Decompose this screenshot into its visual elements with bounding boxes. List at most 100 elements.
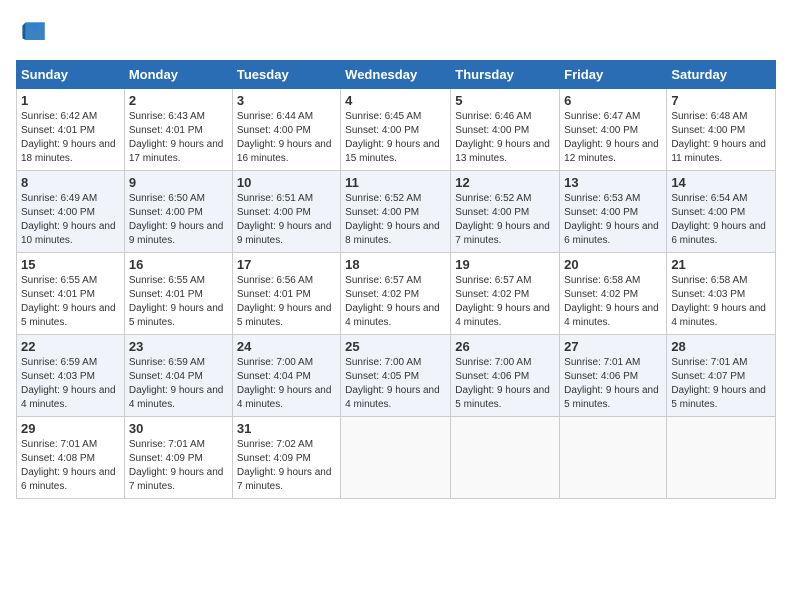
calendar-cell	[451, 417, 560, 499]
day-number: 1	[21, 93, 120, 108]
day-info: Sunrise: 7:00 AM Sunset: 4:06 PM Dayligh…	[455, 356, 555, 412]
day-info: Sunrise: 6:55 AM Sunset: 4:01 PM Dayligh…	[21, 274, 120, 330]
day-number: 19	[455, 257, 555, 272]
calendar-cell: 20 Sunrise: 6:58 AM Sunset: 4:02 PM Dayl…	[560, 253, 667, 335]
day-number: 8	[21, 175, 120, 190]
day-info: Sunrise: 6:51 AM Sunset: 4:00 PM Dayligh…	[237, 192, 336, 248]
calendar-cell	[341, 417, 451, 499]
calendar-cell: 30 Sunrise: 7:01 AM Sunset: 4:09 PM Dayl…	[124, 417, 232, 499]
day-info: Sunrise: 7:01 AM Sunset: 4:07 PM Dayligh…	[671, 356, 771, 412]
day-number: 11	[345, 175, 446, 190]
day-info: Sunrise: 6:42 AM Sunset: 4:01 PM Dayligh…	[21, 110, 120, 166]
day-info: Sunrise: 6:58 AM Sunset: 4:03 PM Dayligh…	[671, 274, 771, 330]
page-header	[16, 16, 776, 48]
day-number: 18	[345, 257, 446, 272]
calendar-cell: 28 Sunrise: 7:01 AM Sunset: 4:07 PM Dayl…	[667, 335, 776, 417]
day-info: Sunrise: 6:53 AM Sunset: 4:00 PM Dayligh…	[564, 192, 662, 248]
calendar-cell: 18 Sunrise: 6:57 AM Sunset: 4:02 PM Dayl…	[341, 253, 451, 335]
day-info: Sunrise: 6:44 AM Sunset: 4:00 PM Dayligh…	[237, 110, 336, 166]
calendar-cell: 19 Sunrise: 6:57 AM Sunset: 4:02 PM Dayl…	[451, 253, 560, 335]
day-info: Sunrise: 6:46 AM Sunset: 4:00 PM Dayligh…	[455, 110, 555, 166]
day-number: 3	[237, 93, 336, 108]
logo-icon	[16, 16, 48, 48]
calendar-cell: 16 Sunrise: 6:55 AM Sunset: 4:01 PM Dayl…	[124, 253, 232, 335]
calendar-cell: 27 Sunrise: 7:01 AM Sunset: 4:06 PM Dayl…	[560, 335, 667, 417]
day-number: 12	[455, 175, 555, 190]
calendar-cell	[667, 417, 776, 499]
calendar-cell: 22 Sunrise: 6:59 AM Sunset: 4:03 PM Dayl…	[17, 335, 125, 417]
day-number: 5	[455, 93, 555, 108]
day-info: Sunrise: 7:00 AM Sunset: 4:04 PM Dayligh…	[237, 356, 336, 412]
day-number: 25	[345, 339, 446, 354]
day-info: Sunrise: 6:56 AM Sunset: 4:01 PM Dayligh…	[237, 274, 336, 330]
day-number: 9	[129, 175, 228, 190]
calendar-cell: 2 Sunrise: 6:43 AM Sunset: 4:01 PM Dayli…	[124, 89, 232, 171]
day-info: Sunrise: 7:01 AM Sunset: 4:09 PM Dayligh…	[129, 438, 228, 494]
day-number: 28	[671, 339, 771, 354]
day-info: Sunrise: 7:00 AM Sunset: 4:05 PM Dayligh…	[345, 356, 446, 412]
day-info: Sunrise: 6:59 AM Sunset: 4:04 PM Dayligh…	[129, 356, 228, 412]
calendar-week-5: 29 Sunrise: 7:01 AM Sunset: 4:08 PM Dayl…	[17, 417, 776, 499]
day-number: 20	[564, 257, 662, 272]
day-number: 24	[237, 339, 336, 354]
calendar-cell: 24 Sunrise: 7:00 AM Sunset: 4:04 PM Dayl…	[232, 335, 340, 417]
day-number: 13	[564, 175, 662, 190]
calendar-cell: 14 Sunrise: 6:54 AM Sunset: 4:00 PM Dayl…	[667, 171, 776, 253]
day-info: Sunrise: 6:55 AM Sunset: 4:01 PM Dayligh…	[129, 274, 228, 330]
calendar-cell: 26 Sunrise: 7:00 AM Sunset: 4:06 PM Dayl…	[451, 335, 560, 417]
day-number: 27	[564, 339, 662, 354]
day-info: Sunrise: 6:50 AM Sunset: 4:00 PM Dayligh…	[129, 192, 228, 248]
day-number: 7	[671, 93, 771, 108]
day-number: 2	[129, 93, 228, 108]
calendar-cell: 1 Sunrise: 6:42 AM Sunset: 4:01 PM Dayli…	[17, 89, 125, 171]
calendar-cell: 8 Sunrise: 6:49 AM Sunset: 4:00 PM Dayli…	[17, 171, 125, 253]
calendar-cell: 10 Sunrise: 6:51 AM Sunset: 4:00 PM Dayl…	[232, 171, 340, 253]
day-info: Sunrise: 6:43 AM Sunset: 4:01 PM Dayligh…	[129, 110, 228, 166]
calendar-cell: 4 Sunrise: 6:45 AM Sunset: 4:00 PM Dayli…	[341, 89, 451, 171]
calendar-table: SundayMondayTuesdayWednesdayThursdayFrid…	[16, 60, 776, 499]
calendar-cell: 31 Sunrise: 7:02 AM Sunset: 4:09 PM Dayl…	[232, 417, 340, 499]
day-info: Sunrise: 6:58 AM Sunset: 4:02 PM Dayligh…	[564, 274, 662, 330]
calendar-cell: 5 Sunrise: 6:46 AM Sunset: 4:00 PM Dayli…	[451, 89, 560, 171]
calendar-cell: 11 Sunrise: 6:52 AM Sunset: 4:00 PM Dayl…	[341, 171, 451, 253]
calendar-week-2: 8 Sunrise: 6:49 AM Sunset: 4:00 PM Dayli…	[17, 171, 776, 253]
day-info: Sunrise: 7:01 AM Sunset: 4:08 PM Dayligh…	[21, 438, 120, 494]
calendar-week-3: 15 Sunrise: 6:55 AM Sunset: 4:01 PM Dayl…	[17, 253, 776, 335]
header-thursday: Thursday	[451, 61, 560, 89]
day-number: 10	[237, 175, 336, 190]
day-number: 22	[21, 339, 120, 354]
calendar-week-1: 1 Sunrise: 6:42 AM Sunset: 4:01 PM Dayli…	[17, 89, 776, 171]
day-info: Sunrise: 6:52 AM Sunset: 4:00 PM Dayligh…	[345, 192, 446, 248]
calendar-header-row: SundayMondayTuesdayWednesdayThursdayFrid…	[17, 61, 776, 89]
calendar-cell: 3 Sunrise: 6:44 AM Sunset: 4:00 PM Dayli…	[232, 89, 340, 171]
calendar-cell: 7 Sunrise: 6:48 AM Sunset: 4:00 PM Dayli…	[667, 89, 776, 171]
day-info: Sunrise: 7:01 AM Sunset: 4:06 PM Dayligh…	[564, 356, 662, 412]
calendar-cell: 17 Sunrise: 6:56 AM Sunset: 4:01 PM Dayl…	[232, 253, 340, 335]
day-info: Sunrise: 6:45 AM Sunset: 4:00 PM Dayligh…	[345, 110, 446, 166]
calendar-cell: 12 Sunrise: 6:52 AM Sunset: 4:00 PM Dayl…	[451, 171, 560, 253]
day-number: 26	[455, 339, 555, 354]
calendar-cell: 21 Sunrise: 6:58 AM Sunset: 4:03 PM Dayl…	[667, 253, 776, 335]
day-number: 16	[129, 257, 228, 272]
calendar-cell: 29 Sunrise: 7:01 AM Sunset: 4:08 PM Dayl…	[17, 417, 125, 499]
day-info: Sunrise: 6:57 AM Sunset: 4:02 PM Dayligh…	[345, 274, 446, 330]
day-number: 23	[129, 339, 228, 354]
day-number: 30	[129, 421, 228, 436]
day-number: 14	[671, 175, 771, 190]
calendar-cell: 25 Sunrise: 7:00 AM Sunset: 4:05 PM Dayl…	[341, 335, 451, 417]
day-number: 31	[237, 421, 336, 436]
day-info: Sunrise: 6:52 AM Sunset: 4:00 PM Dayligh…	[455, 192, 555, 248]
calendar-cell: 13 Sunrise: 6:53 AM Sunset: 4:00 PM Dayl…	[560, 171, 667, 253]
day-number: 6	[564, 93, 662, 108]
header-friday: Friday	[560, 61, 667, 89]
calendar-week-4: 22 Sunrise: 6:59 AM Sunset: 4:03 PM Dayl…	[17, 335, 776, 417]
day-info: Sunrise: 6:49 AM Sunset: 4:00 PM Dayligh…	[21, 192, 120, 248]
day-number: 15	[21, 257, 120, 272]
header-monday: Monday	[124, 61, 232, 89]
day-info: Sunrise: 6:48 AM Sunset: 4:00 PM Dayligh…	[671, 110, 771, 166]
day-info: Sunrise: 6:54 AM Sunset: 4:00 PM Dayligh…	[671, 192, 771, 248]
calendar-cell: 9 Sunrise: 6:50 AM Sunset: 4:00 PM Dayli…	[124, 171, 232, 253]
day-number: 29	[21, 421, 120, 436]
calendar-cell: 15 Sunrise: 6:55 AM Sunset: 4:01 PM Dayl…	[17, 253, 125, 335]
day-number: 4	[345, 93, 446, 108]
